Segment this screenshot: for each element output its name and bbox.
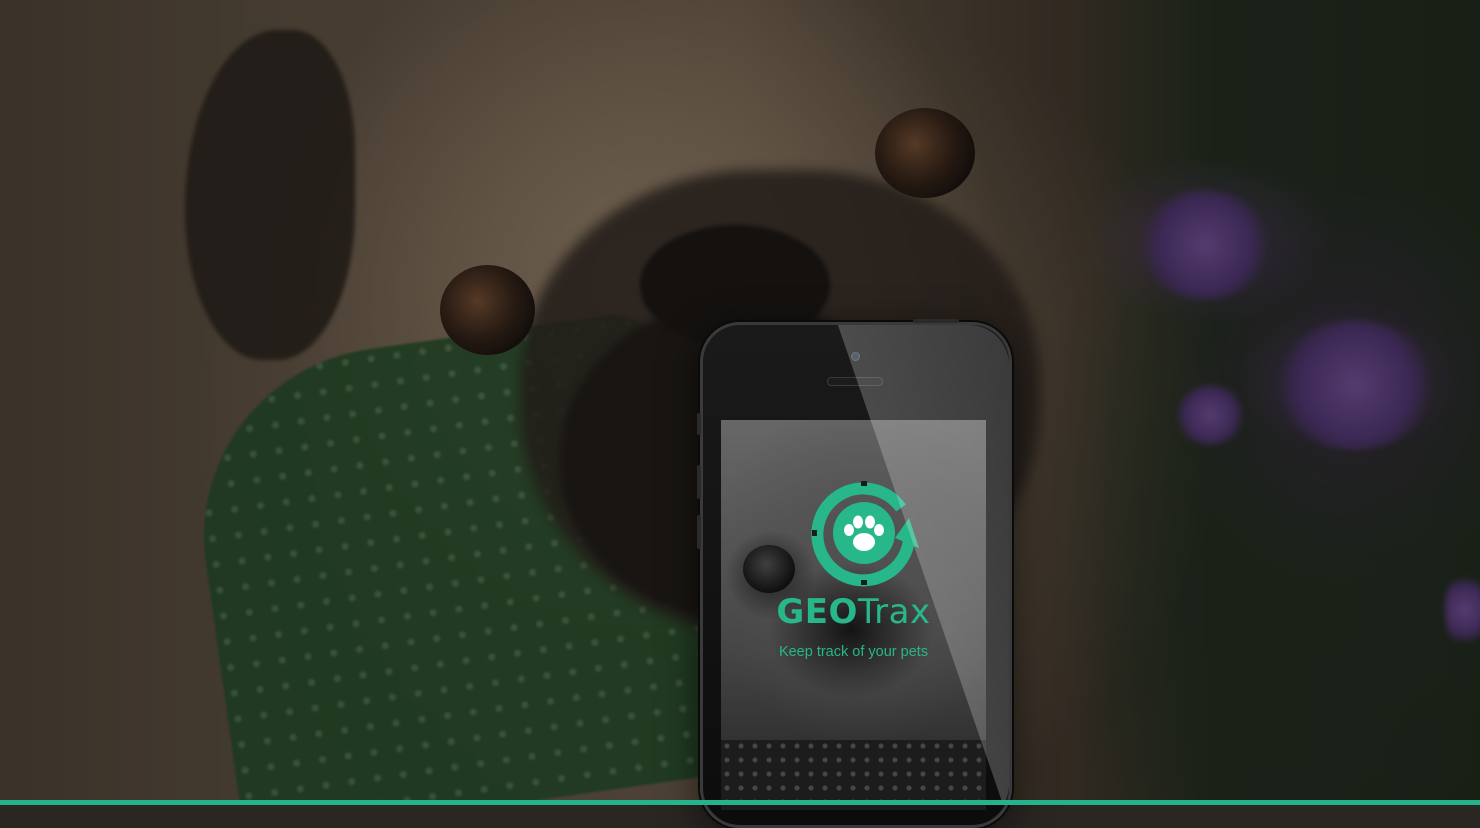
phone-mockup: GEOTrax Keep track of your pets — [697, 319, 1012, 828]
brand-name-regular: Trax — [857, 592, 931, 632]
phone-speaker — [827, 377, 883, 386]
tagline: Keep track of your pets — [778, 644, 929, 660]
brand-name-bold: GEO — [776, 592, 858, 632]
phone-screen: GEOTrax Keep track of your pets — [721, 420, 986, 810]
phone-power-button — [913, 319, 959, 323]
phone-volume-up — [697, 465, 701, 499]
phone-camera — [851, 352, 860, 361]
phone-volume-down — [697, 515, 701, 549]
accent-bottom-bar — [0, 800, 1480, 805]
phone-mute-switch — [697, 413, 701, 435]
brand-name: GEOTrax — [721, 592, 986, 632]
paw-tracker-icon — [811, 481, 919, 587]
